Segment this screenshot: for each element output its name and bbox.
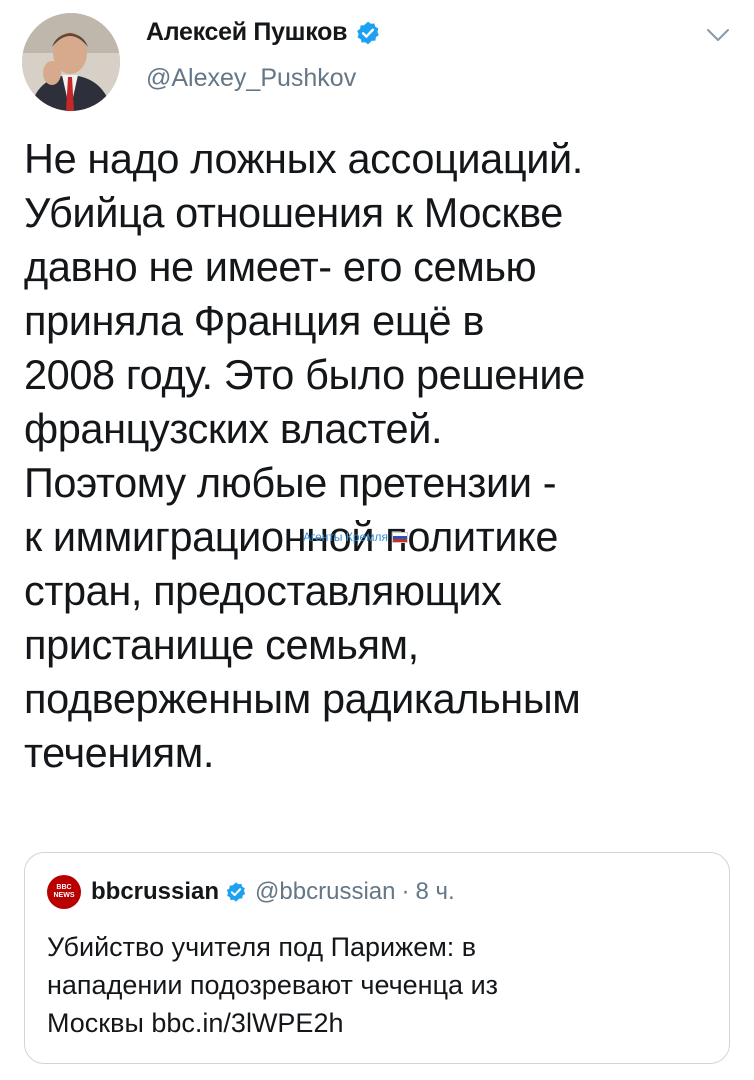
watermark: Агенты Кремля [303, 530, 408, 544]
author-name-row: Алексей Пушков [146, 18, 381, 47]
quoted-tweet-text: Убийство учителя под Парижем: в нападени… [47, 932, 499, 1038]
bbc-logo-line1: BBC [56, 884, 72, 891]
quoted-timestamp[interactable]: 8 ч. [415, 878, 454, 906]
verified-badge-icon [226, 882, 246, 902]
chevron-down-icon[interactable] [705, 25, 731, 45]
watermark-label: Агенты Кремля [303, 530, 388, 544]
dot-separator: · [401, 878, 410, 905]
quoted-tweet[interactable]: BBC NEWS bbcrussian @bbcrussian · 8 ч. У… [24, 852, 730, 1064]
quoted-author-handle[interactable]: @bbcrussian [255, 878, 395, 906]
quoted-tweet-header: BBC NEWS bbcrussian @bbcrussian · 8 ч. [47, 875, 455, 909]
author-name[interactable]: Алексей Пушков [146, 18, 347, 47]
bbc-news-logo: BBC NEWS [47, 875, 81, 909]
author-handle[interactable]: @Alexey_Pushkov [146, 64, 356, 93]
bbc-logo-line2: NEWS [53, 892, 75, 899]
verified-badge-icon [357, 21, 379, 44]
russia-flag-icon [391, 531, 408, 543]
quoted-author-name[interactable]: bbcrussian [91, 878, 219, 906]
tweet-text: Не надо ложных ассоциаций. Убийца отноше… [24, 135, 585, 776]
avatar-portrait [22, 13, 120, 111]
author-avatar[interactable] [22, 13, 120, 111]
